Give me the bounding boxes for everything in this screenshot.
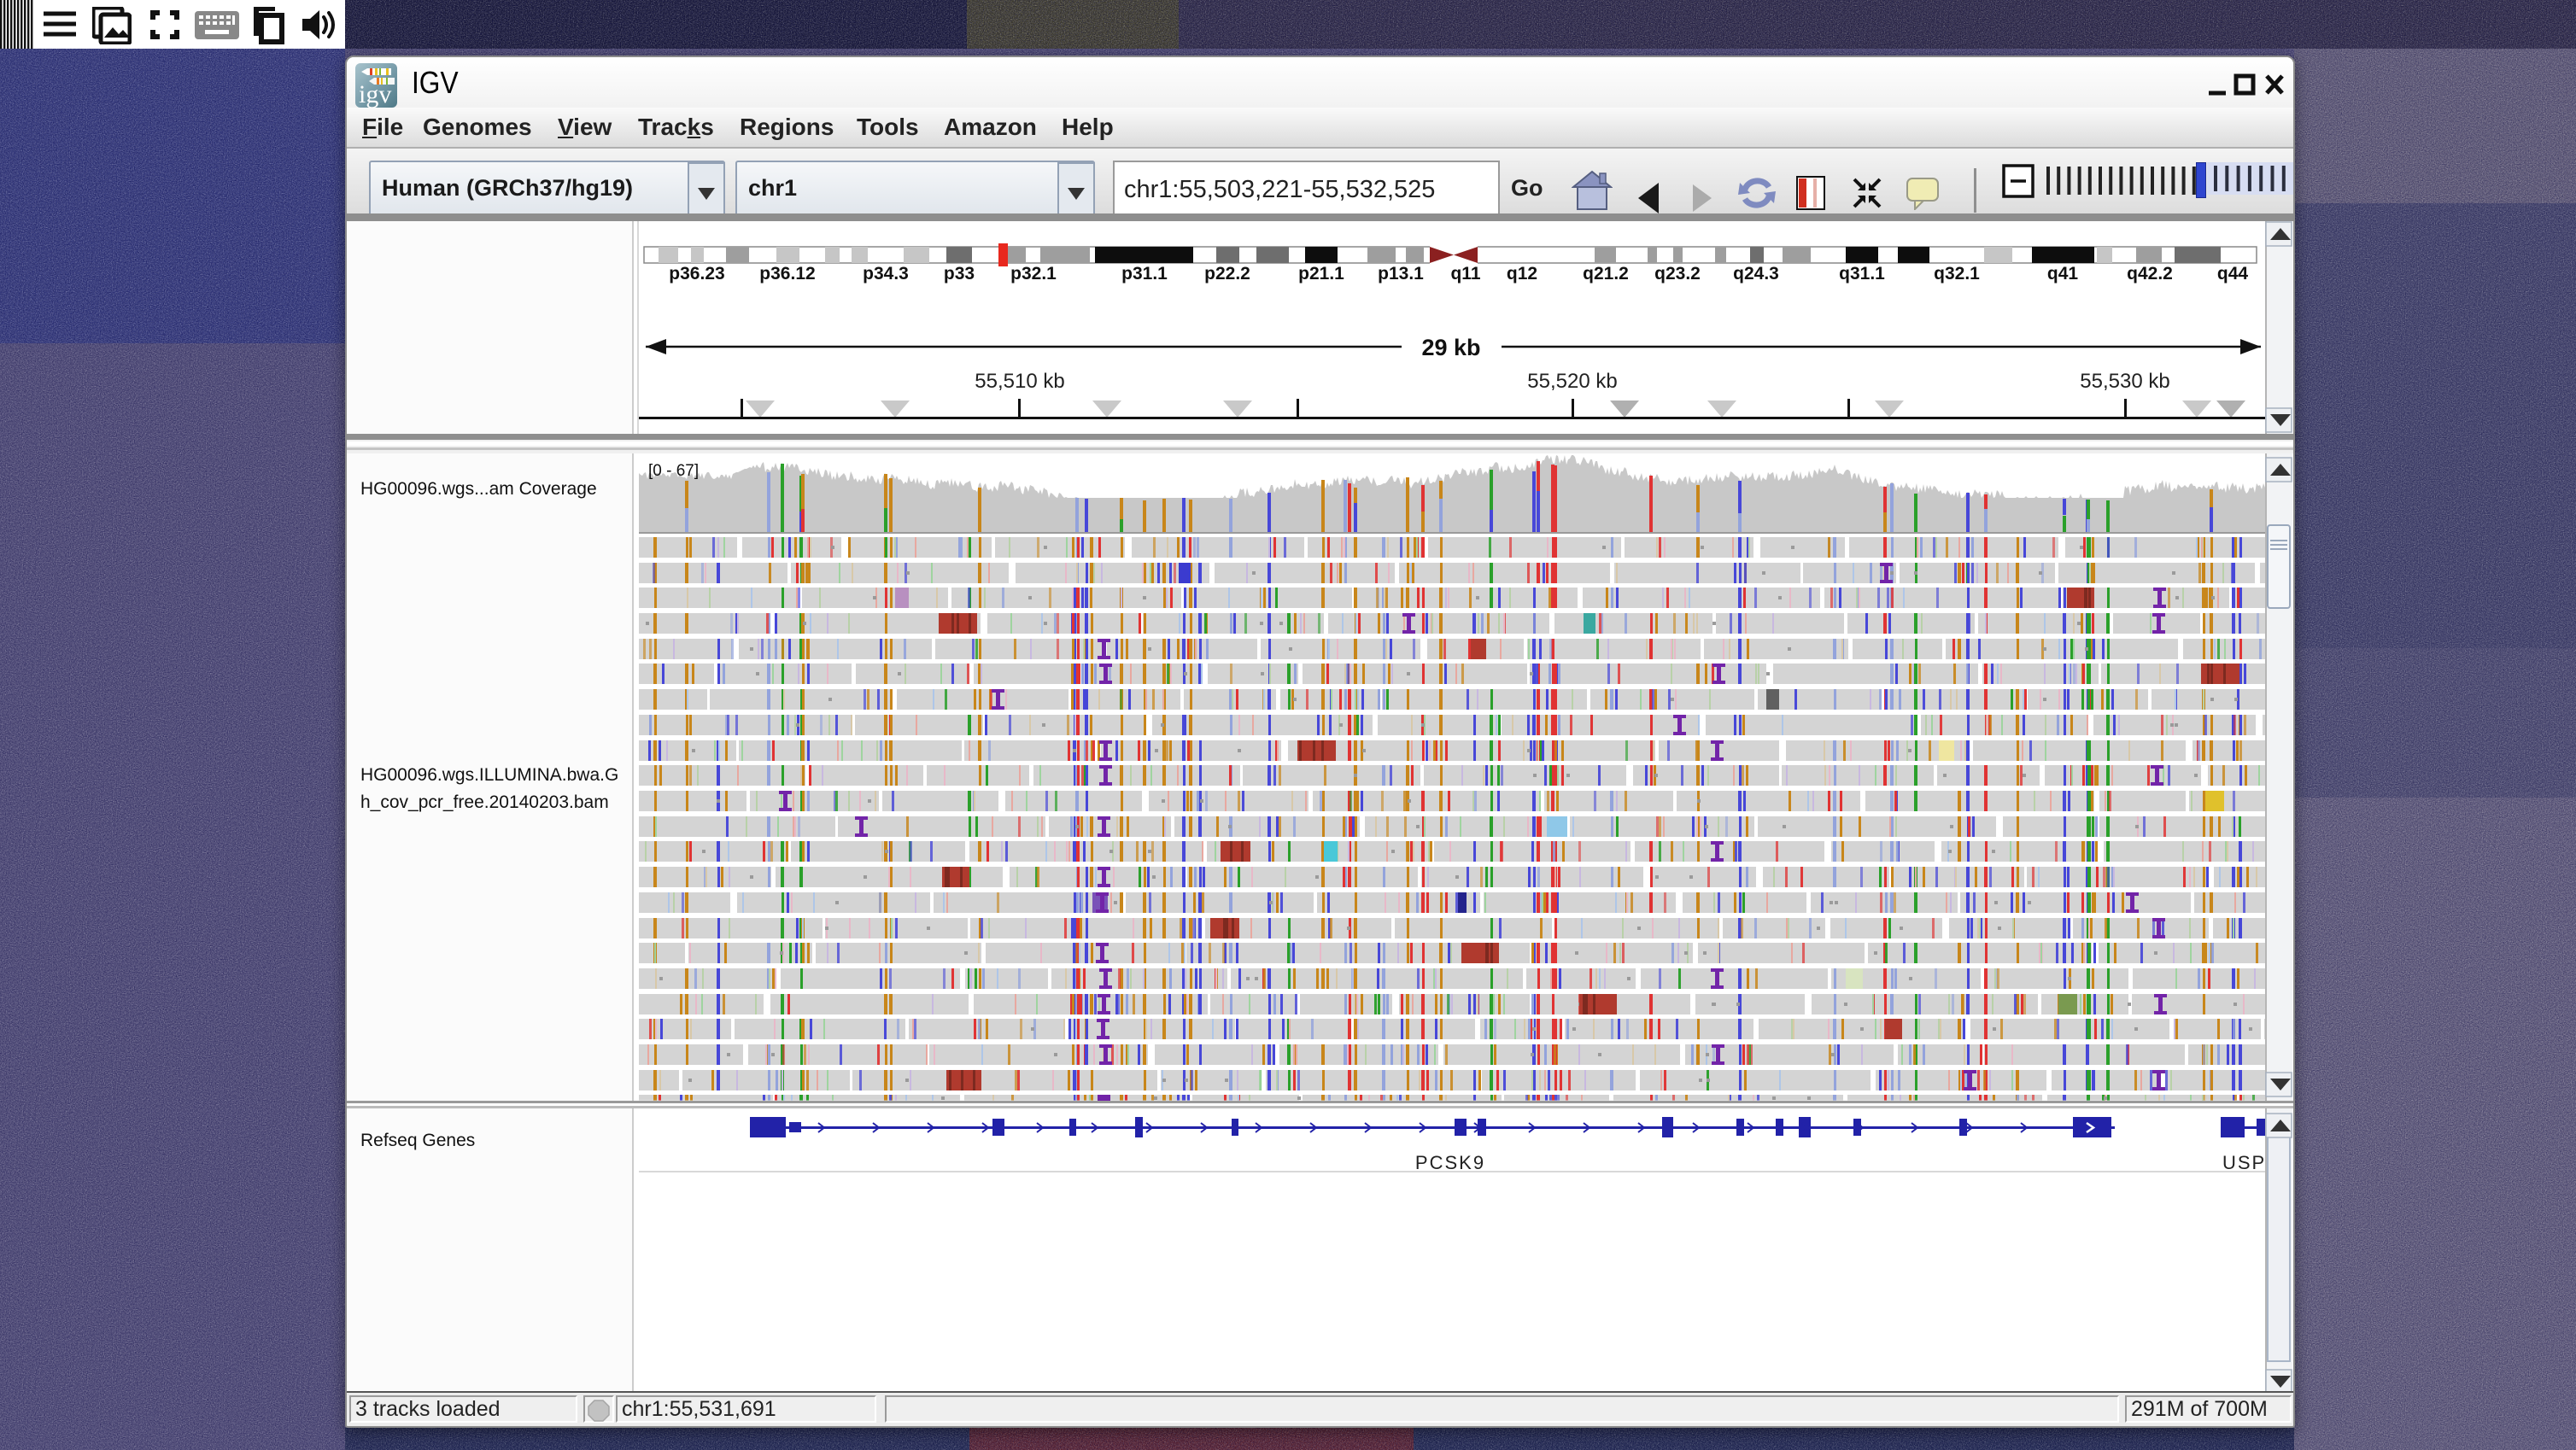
svg-text:p13.1: p13.1 [1378,264,1424,284]
svg-text:q12: q12 [1507,264,1537,284]
svg-text:q32.1: q32.1 [1934,264,1980,284]
svg-text:p31.1: p31.1 [1121,264,1168,284]
svg-text:igv: igv [359,80,391,108]
svg-text:q44: q44 [2217,264,2249,284]
svg-text:q41: q41 [2047,264,2079,284]
svg-text:q21.2: q21.2 [1583,264,1629,284]
svg-text:q24.3: q24.3 [1733,264,1779,284]
svg-text:USP24: USP24 [2222,1152,2265,1173]
svg-text:p33: p33 [944,264,975,284]
svg-text:p34.3: p34.3 [863,264,909,284]
svg-text:p22.2: p22.2 [1204,264,1250,284]
svg-text:29 kb: 29 kb [1421,335,1480,360]
svg-text:[0 - 67]: [0 - 67] [648,462,699,480]
svg-text:p32.1: p32.1 [1010,264,1057,284]
svg-text:q42.2: q42.2 [2127,264,2173,284]
svg-text:q23.2: q23.2 [1654,264,1701,284]
svg-text:q31.1: q31.1 [1839,264,1885,284]
svg-text:PCSK9: PCSK9 [1415,1152,1485,1173]
svg-text:p21.1: p21.1 [1298,264,1344,284]
svg-text:p36.12: p36.12 [759,264,815,284]
svg-text:55,510 kb: 55,510 kb [975,370,1064,393]
svg-text:p36.23: p36.23 [669,264,724,284]
svg-text:55,530 kb: 55,530 kb [2080,370,2169,393]
svg-text:55,520 kb: 55,520 kb [1527,370,1617,393]
svg-text:q11: q11 [1450,264,1480,284]
